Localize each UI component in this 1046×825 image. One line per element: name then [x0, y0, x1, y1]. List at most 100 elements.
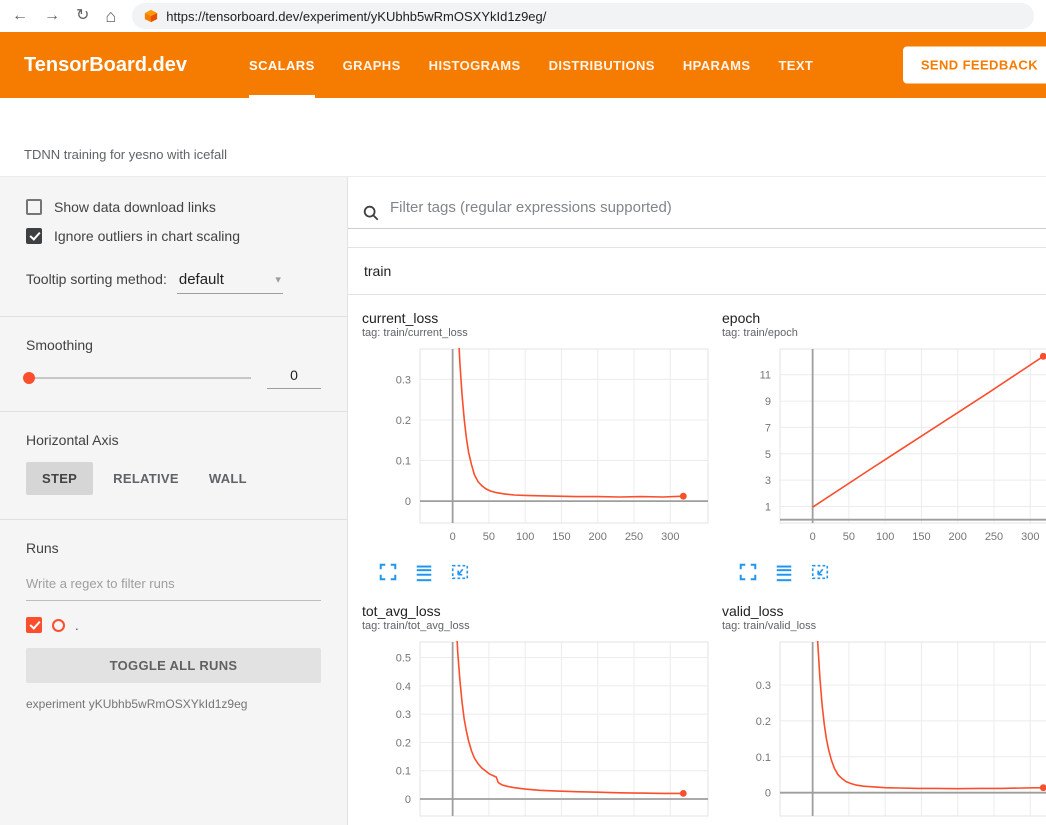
line-chart-svg: 00.10.20.3050100150200250300: [722, 636, 1046, 825]
chart-tag: tag: train/epoch: [722, 327, 1046, 339]
svg-text:200: 200: [589, 531, 607, 543]
back-icon[interactable]: ←: [12, 8, 28, 24]
svg-text:100: 100: [876, 531, 894, 543]
chart-title: valid_loss: [722, 602, 1046, 620]
expand-chart-icon[interactable]: [738, 562, 758, 582]
horizontal-axis-buttons: STEP RELATIVE WALL: [26, 462, 321, 495]
axis-step-button[interactable]: STEP: [26, 462, 93, 495]
chart-card-valid-loss: valid_loss tag: train/valid_loss 00.10.2…: [722, 602, 1046, 825]
tab-histograms[interactable]: HISTOGRAMS: [415, 32, 535, 98]
svg-text:7: 7: [765, 422, 771, 434]
line-chart[interactable]: 00.10.20.3050100150200250300: [362, 343, 714, 558]
line-chart[interactable]: 1357911050100150200250300: [722, 343, 1046, 558]
browser-toolbar: ← → ↻ ⌂ https://tensorboard.dev/experime…: [0, 0, 1046, 32]
address-bar[interactable]: https://tensorboard.dev/experiment/yKUbh…: [132, 3, 1034, 29]
svg-text:100: 100: [516, 531, 534, 543]
experiment-description: TDNN training for yesno with icefall: [24, 147, 227, 162]
svg-text:0.3: 0.3: [396, 709, 411, 721]
home-icon[interactable]: ⌂: [105, 7, 116, 25]
url-text: https://tensorboard.dev/experiment/yKUbh…: [166, 9, 546, 24]
tab-scalars[interactable]: SCALARS: [235, 32, 329, 98]
svg-text:0: 0: [405, 496, 411, 508]
app-header: TensorBoard.dev SCALARS GRAPHS HISTOGRAM…: [0, 32, 1046, 98]
divider: [0, 411, 347, 412]
tab-text[interactable]: TEXT: [764, 32, 827, 98]
svg-text:0: 0: [810, 531, 816, 543]
svg-text:50: 50: [843, 531, 855, 543]
svg-text:5: 5: [765, 449, 771, 461]
svg-text:0.1: 0.1: [396, 766, 411, 778]
chart-card-current-loss: current_loss tag: train/current_loss 0 0.…: [362, 309, 714, 592]
line-chart[interactable]: 00.10.20.3050100150200250300: [722, 636, 1046, 825]
chart-tag: tag: train/valid_loss: [722, 620, 1046, 632]
run-row[interactable]: .: [26, 617, 321, 633]
train-section-card: train current_loss tag: train/current_lo…: [348, 247, 1046, 825]
log-scale-icon[interactable]: [774, 562, 794, 582]
smoothing-slider-thumb[interactable]: [23, 372, 35, 384]
expand-chart-icon[interactable]: [378, 562, 398, 582]
smoothing-slider-row: 0: [26, 367, 321, 389]
page: ← → ↻ ⌂ https://tensorboard.dev/experime…: [0, 0, 1046, 825]
svg-text:0.3: 0.3: [396, 374, 411, 386]
svg-text:0: 0: [405, 794, 411, 806]
svg-text:50: 50: [483, 531, 495, 543]
chart-actions: [362, 558, 714, 592]
chart-tag: tag: train/current_loss: [362, 327, 714, 339]
fit-domain-icon[interactable]: [450, 562, 470, 582]
svg-text:250: 250: [985, 531, 1003, 543]
tooltip-sorting-value: default: [179, 271, 224, 288]
svg-text:9: 9: [765, 396, 771, 408]
svg-text:0: 0: [765, 788, 771, 800]
line-chart[interactable]: 00.10.20.30.40.5050100150200250300: [362, 636, 714, 825]
line-chart-svg: 00.10.20.3050100150200250300: [362, 343, 714, 553]
smoothing-label: Smoothing: [26, 337, 321, 353]
tab-distributions[interactable]: DISTRIBUTIONS: [535, 32, 669, 98]
chart-title: current_loss: [362, 309, 714, 327]
svg-text:0.5: 0.5: [396, 653, 411, 665]
chart-actions: [722, 558, 1046, 592]
forward-icon[interactable]: →: [44, 8, 60, 24]
tab-hparams[interactable]: HPARAMS: [669, 32, 765, 98]
svg-text:1: 1: [765, 502, 771, 514]
tensorboard-favicon-icon: [144, 9, 158, 23]
filter-tags-input[interactable]: [390, 197, 1046, 228]
horizontal-axis-label: Horizontal Axis: [26, 432, 321, 448]
svg-text:300: 300: [661, 531, 679, 543]
run-name: .: [75, 618, 79, 633]
show-download-links-row[interactable]: Show data download links: [26, 199, 321, 215]
svg-text:0.3: 0.3: [756, 680, 771, 692]
search-icon: [362, 204, 380, 222]
fit-domain-icon[interactable]: [810, 562, 830, 582]
send-feedback-button[interactable]: SEND FEEDBACK: [903, 47, 1046, 84]
svg-text:11: 11: [760, 370, 771, 382]
axis-wall-button[interactable]: WALL: [199, 462, 257, 495]
svg-text:0.1: 0.1: [756, 752, 771, 764]
brand-title: TensorBoard.dev: [24, 54, 187, 77]
ignore-outliers-row[interactable]: Ignore outliers in chart scaling: [26, 228, 321, 244]
log-scale-icon[interactable]: [414, 562, 434, 582]
ignore-outliers-checkbox[interactable]: [26, 228, 42, 244]
train-section-header[interactable]: train: [348, 248, 1046, 295]
tab-graphs[interactable]: GRAPHS: [329, 32, 415, 98]
smoothing-value[interactable]: 0: [267, 367, 321, 389]
smoothing-slider[interactable]: [26, 377, 251, 379]
tooltip-sorting-dropdown[interactable]: default ▾: [177, 270, 283, 294]
line-chart-svg: 00.10.20.30.40.5050100150200250300: [362, 636, 714, 825]
toggle-all-runs-button[interactable]: TOGGLE ALL RUNS: [26, 648, 321, 683]
content: Show data download links Ignore outliers…: [0, 177, 1046, 825]
run-checkbox[interactable]: [26, 617, 42, 633]
runs-filter-input[interactable]: [26, 570, 321, 601]
show-download-links-label: Show data download links: [54, 199, 216, 215]
svg-text:0.4: 0.4: [396, 681, 411, 693]
axis-relative-button[interactable]: RELATIVE: [103, 462, 189, 495]
svg-text:150: 150: [552, 531, 570, 543]
ignore-outliers-label: Ignore outliers in chart scaling: [54, 228, 240, 244]
show-download-links-checkbox[interactable]: [26, 199, 42, 215]
refresh-icon[interactable]: ↻: [76, 8, 89, 24]
svg-text:0.1: 0.1: [396, 456, 411, 468]
tooltip-sorting-label: Tooltip sorting method:: [26, 271, 167, 287]
chart-title: tot_avg_loss: [362, 602, 714, 620]
divider: [0, 519, 347, 520]
experiment-subheader: TDNN training for yesno with icefall: [0, 98, 1046, 177]
scalars-main: train current_loss tag: train/current_lo…: [348, 177, 1046, 825]
